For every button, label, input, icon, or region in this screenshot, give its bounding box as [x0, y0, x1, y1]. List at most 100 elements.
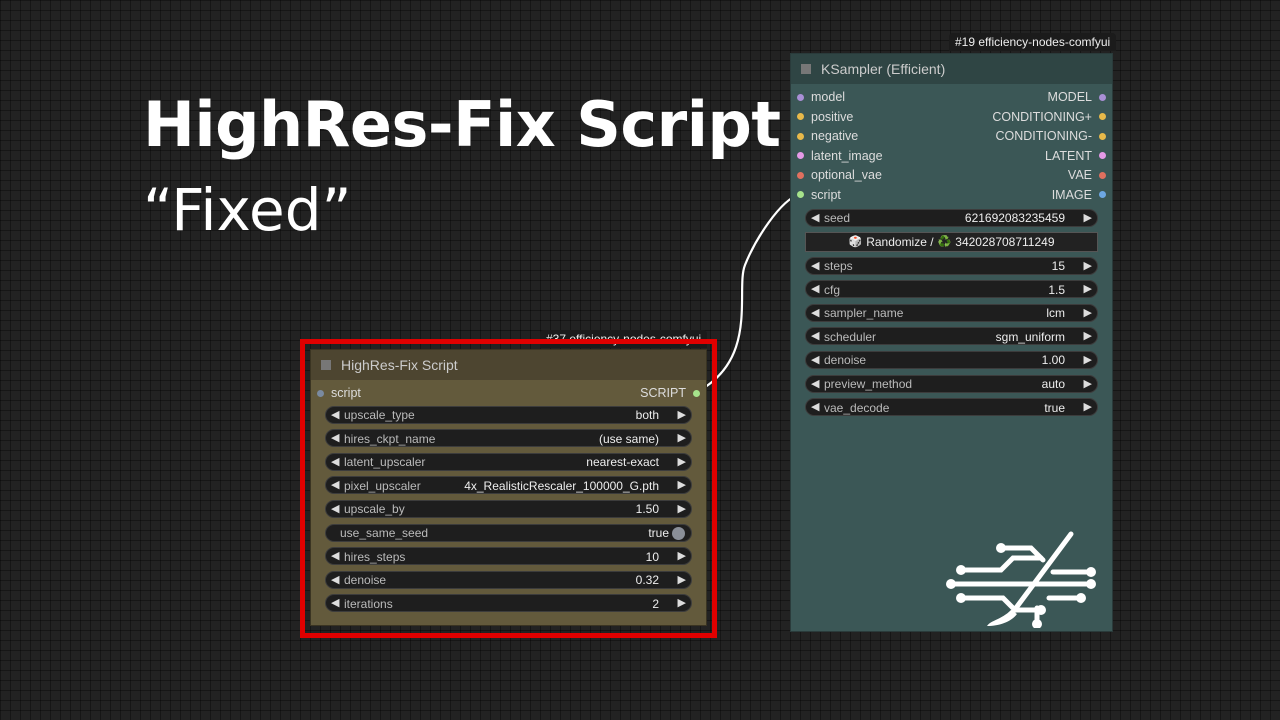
output-slot-conditioning-[interactable]: CONDITIONING-	[995, 129, 1106, 143]
widget-preview-method[interactable]: ◀ preview_method auto ▶	[805, 374, 1098, 393]
decrement-icon[interactable]: ◀	[811, 211, 819, 224]
widget-denoise[interactable]: ◀ denoise 0.32 ▶	[325, 570, 692, 589]
script-input-slot[interactable]: script	[317, 386, 361, 400]
ksampler-io-row: script IMAGE	[791, 186, 1112, 206]
increment-icon[interactable]: ▶	[678, 596, 686, 609]
decrement-icon[interactable]: ◀	[331, 408, 339, 421]
widget-hires-steps[interactable]: ◀ hires_steps 10 ▶	[325, 547, 692, 566]
increment-icon[interactable]: ▶	[678, 455, 686, 468]
hires-widgets: ◀ upscale_type both ▶ ◀ hires_ckpt_name (use s…	[311, 405, 706, 518]
increment-icon[interactable]: ▶	[678, 431, 686, 444]
collapse-icon[interactable]	[801, 64, 811, 74]
widget-label: use_same_seed	[340, 526, 429, 541]
decrement-icon[interactable]: ◀	[811, 259, 819, 272]
decrement-icon[interactable]: ◀	[811, 306, 819, 319]
output-dot	[693, 389, 700, 397]
increment-icon[interactable]: ▶	[1084, 377, 1092, 390]
input-slot-negative[interactable]: negative	[797, 129, 858, 143]
decrement-icon[interactable]: ◀	[331, 431, 339, 444]
widget-denoise[interactable]: ◀ denoise 1.00 ▶	[805, 350, 1098, 369]
input-dot	[797, 132, 804, 140]
randomize-button[interactable]: 🎲 Randomize / ♻️ 342028708711249	[805, 231, 1098, 252]
decrement-icon[interactable]: ◀	[331, 549, 339, 562]
ksampler-node[interactable]: KSampler (Efficient) model MODEL positive C…	[790, 53, 1113, 632]
widget-value: 15	[1051, 259, 1065, 274]
widget-sampler-name[interactable]: ◀ sampler_name lcm ▶	[805, 303, 1098, 322]
increment-icon[interactable]: ▶	[1084, 211, 1092, 224]
seed-widget[interactable]: ◀ seed 621692083235459 ▶	[805, 208, 1098, 227]
decrement-icon[interactable]: ◀	[331, 478, 339, 491]
increment-icon[interactable]: ▶	[1084, 400, 1092, 413]
ksampler-node-badge: #19 efficiency-nodes-comfyui	[949, 33, 1117, 51]
script-output-slot[interactable]: SCRIPT	[640, 386, 700, 400]
slot-label: CONDITIONING-	[995, 129, 1092, 144]
widget-label: denoise	[344, 573, 387, 588]
output-slot-latent[interactable]: LATENT	[1045, 149, 1106, 163]
input-slot-positive[interactable]: positive	[797, 110, 853, 124]
hires-widgets-2: ◀ hires_steps 10 ▶ ◀ denoise 0.32 ▶ ◀ iterations 2…	[311, 547, 706, 613]
decrement-icon[interactable]: ◀	[811, 377, 819, 390]
widget-cfg[interactable]: ◀ cfg 1.5 ▶	[805, 280, 1098, 299]
ksampler-io-row: positive CONDITIONING+	[791, 108, 1112, 128]
hires-node-header[interactable]: HighRes-Fix Script	[311, 350, 706, 380]
widget-label: scheduler	[824, 329, 877, 344]
increment-icon[interactable]: ▶	[1084, 259, 1092, 272]
increment-icon[interactable]: ▶	[1084, 329, 1092, 342]
ksampler-io-row: negative CONDITIONING-	[791, 127, 1112, 147]
output-dot	[1099, 132, 1106, 140]
increment-icon[interactable]: ▶	[678, 502, 686, 515]
overlay-title: HighRes-Fix Script	[143, 88, 781, 161]
hires-io-row: script SCRIPT	[311, 384, 706, 404]
increment-icon[interactable]: ▶	[678, 408, 686, 421]
widget-value: 10	[645, 549, 659, 564]
widget-value: (use same)	[598, 431, 659, 446]
ksampler-io-row: latent_image LATENT	[791, 147, 1112, 167]
increment-icon[interactable]: ▶	[1084, 282, 1092, 295]
ksampler-io-slots: model MODEL positive CONDITIONING+ negative C…	[791, 88, 1112, 206]
output-dot	[1099, 152, 1106, 160]
widget-pixel-upscaler[interactable]: ◀ pixel_upscaler 4x_RealisticRescaler_1000…	[325, 476, 692, 495]
widget-latent-upscaler[interactable]: ◀ latent_upscaler nearest-exact ▶	[325, 452, 692, 471]
decrement-icon[interactable]: ◀	[331, 573, 339, 586]
input-slot-latent_image[interactable]: latent_image	[797, 149, 883, 163]
ksampler-node-title: KSampler (Efficient)	[821, 61, 946, 77]
decrement-icon[interactable]: ◀	[331, 502, 339, 515]
input-slot-optional_vae[interactable]: optional_vae	[797, 168, 882, 182]
output-slot-conditioning+[interactable]: CONDITIONING+	[992, 110, 1106, 124]
widget-upscale-by[interactable]: ◀ upscale_by 1.50 ▶	[325, 499, 692, 518]
increment-icon[interactable]: ▶	[1084, 306, 1092, 319]
collapse-icon[interactable]	[321, 360, 331, 370]
ksampler-node-header[interactable]: KSampler (Efficient)	[791, 54, 1112, 84]
widget-hires-ckpt-name[interactable]: ◀ hires_ckpt_name (use same) ▶	[325, 429, 692, 448]
increment-icon[interactable]: ▶	[678, 549, 686, 562]
decrement-icon[interactable]: ◀	[811, 353, 819, 366]
widget-upscale-type[interactable]: ◀ upscale_type both ▶	[325, 405, 692, 424]
output-slot-vae[interactable]: VAE	[1068, 168, 1106, 182]
decrement-icon[interactable]: ◀	[331, 596, 339, 609]
output-slot-image[interactable]: IMAGE	[1052, 188, 1106, 202]
widget-iterations[interactable]: ◀ iterations 2 ▶	[325, 594, 692, 613]
widget-vae-decode[interactable]: ◀ vae_decode true ▶	[805, 398, 1098, 417]
increment-icon[interactable]: ▶	[678, 478, 686, 491]
widget-steps[interactable]: ◀ steps 15 ▶	[805, 256, 1098, 275]
slot-label: LATENT	[1045, 148, 1092, 163]
decrement-icon[interactable]: ◀	[811, 329, 819, 342]
widget-label: sampler_name	[824, 306, 904, 321]
input-slot-model[interactable]: model	[797, 90, 845, 104]
increment-icon[interactable]: ▶	[678, 573, 686, 586]
output-slot-model[interactable]: MODEL	[1048, 90, 1106, 104]
widget-scheduler[interactable]: ◀ scheduler sgm_uniform ▶	[805, 327, 1098, 346]
toggle-knob-icon[interactable]	[672, 526, 685, 540]
use-same-seed-toggle[interactable]: use_same_seed true	[325, 523, 692, 542]
widget-label: iterations	[344, 596, 393, 611]
slot-label: CONDITIONING+	[992, 109, 1092, 124]
input-slot-script[interactable]: script	[797, 188, 841, 202]
widget-label: hires_steps	[344, 549, 406, 564]
decrement-icon[interactable]: ◀	[811, 400, 819, 413]
hires-node[interactable]: HighRes-Fix Script script SCRIPT ◀ upscal…	[310, 349, 707, 626]
widget-value: nearest-exact	[586, 455, 659, 470]
decrement-icon[interactable]: ◀	[331, 455, 339, 468]
increment-icon[interactable]: ▶	[1084, 353, 1092, 366]
widget-value: 1.00	[1041, 353, 1065, 368]
decrement-icon[interactable]: ◀	[811, 282, 819, 295]
